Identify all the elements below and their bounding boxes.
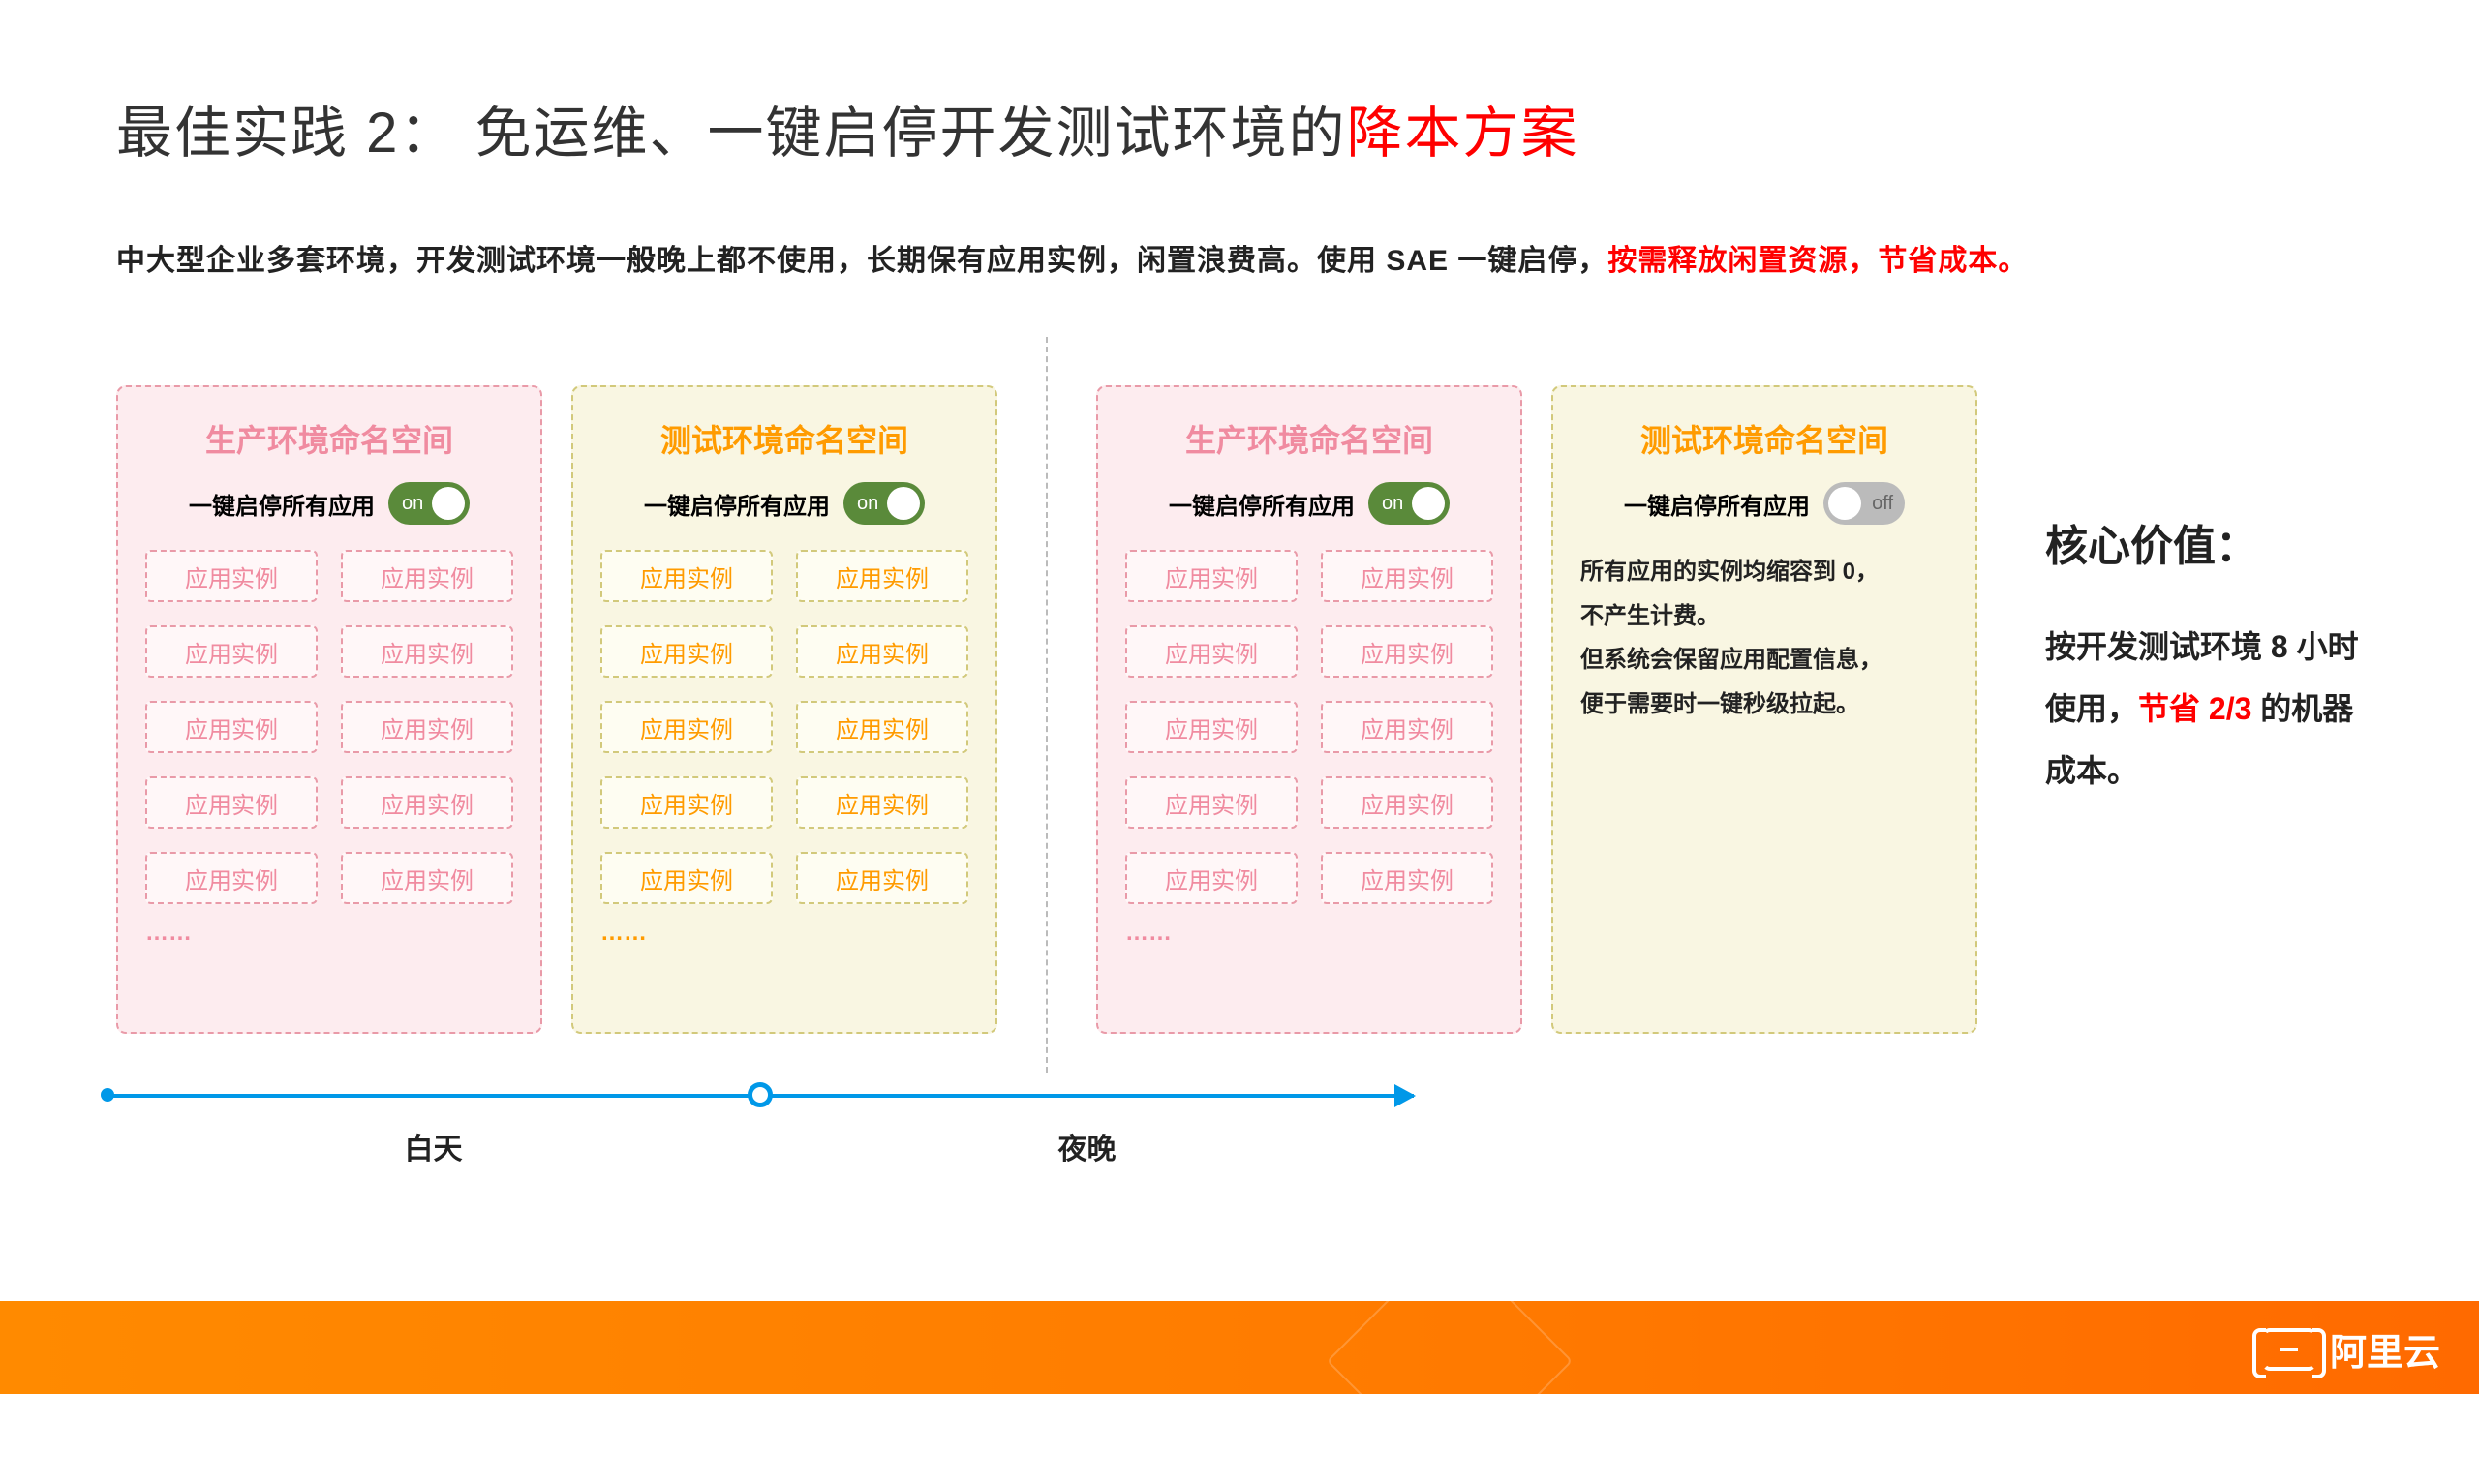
off-desc-line: 便于需要时一键秒级拉起。 (1580, 682, 1948, 727)
panel-title: 生产环境命名空间 (145, 416, 513, 461)
core-value-title: 核心价值： (2045, 511, 2363, 573)
off-desc-line: 但系统会保留应用配置信息， (1580, 638, 1948, 682)
instance-box: 应用实例 (1321, 852, 1493, 904)
instance-box: 应用实例 (1125, 852, 1298, 904)
timeline-night-label: 夜晚 (760, 1125, 1414, 1167)
timeline-labels: 白天 夜晚 (107, 1125, 1414, 1167)
instance-box: 应用实例 (341, 852, 513, 904)
prod-panel-day: 生产环境命名空间 一键启停所有应用 on 应用实例 应用实例 应用实例 应用实例… (116, 385, 542, 1034)
toggle-label: 一键启停所有应用 (1624, 487, 1810, 521)
instance-box: 应用实例 (600, 625, 773, 678)
instance-box: 应用实例 (1125, 625, 1298, 678)
day-group: 生产环境命名空间 一键启停所有应用 on 应用实例 应用实例 应用实例 应用实例… (116, 385, 997, 1034)
off-desc-line: 所有应用的实例均缩容到 0， (1580, 550, 1948, 594)
panel-title: 测试环境命名空间 (1580, 416, 1948, 461)
instance-box: 应用实例 (1125, 550, 1298, 602)
diagram-row: 生产环境命名空间 一键启停所有应用 on 应用实例 应用实例 应用实例 应用实例… (116, 385, 2363, 1073)
instance-box: 应用实例 (600, 701, 773, 753)
toggle-label: 一键启停所有应用 (189, 487, 375, 521)
timeline-arrow-icon (1394, 1084, 1416, 1107)
instance-box: 应用实例 (600, 852, 773, 904)
toggle-row: 一键启停所有应用 off (1580, 482, 1948, 525)
panel-title: 生产环境命名空间 (1125, 416, 1493, 461)
instance-box: 应用实例 (145, 701, 318, 753)
off-desc-line: 不产生计费。 (1580, 594, 1948, 639)
brand-logo: 阿里云 (2262, 1322, 2440, 1376)
instance-box: 应用实例 (145, 776, 318, 829)
core-value-block: 核心价值： 按开发测试环境 8 小时使用，节省 2/3 的机器成本。 (2045, 511, 2363, 802)
footer-bar: 阿里云 (0, 1301, 2479, 1394)
brand-name: 阿里云 (2330, 1322, 2440, 1376)
toggle-state: on (402, 493, 423, 515)
toggle-state: off (1872, 493, 1893, 515)
toggle-row: 一键启停所有应用 on (1125, 482, 1493, 525)
title-accent: 降本方案 (1347, 102, 1579, 165)
toggle-knob (1412, 487, 1445, 520)
vertical-separator (1046, 337, 1048, 1073)
instance-box: 应用实例 (600, 550, 773, 602)
prod-panel-night: 生产环境命名空间 一键启停所有应用 on 应用实例 应用实例 应用实例 应用实例… (1096, 385, 1522, 1034)
ellipsis: …… (145, 920, 513, 947)
instance-box: 应用实例 (341, 550, 513, 602)
instance-box: 应用实例 (1125, 701, 1298, 753)
subtitle-prefix: 中大型企业多套环境，开发测试环境一般晚上都不使用，长期保有应用实例，闲置浪费高。… (116, 245, 1607, 277)
timeline-day-label: 白天 (107, 1125, 760, 1167)
timeline-start-dot (101, 1088, 114, 1102)
toggle-label: 一键启停所有应用 (644, 487, 830, 521)
footer-decoration-icon (1327, 1238, 1574, 1484)
ellipsis: …… (600, 920, 968, 947)
instance-box: 应用实例 (341, 701, 513, 753)
toggle-state: on (1382, 493, 1403, 515)
instance-grid: 应用实例 应用实例 应用实例 应用实例 应用实例 应用实例 应用实例 应用实例 … (1125, 550, 1493, 904)
toggle-knob (432, 487, 465, 520)
instance-box: 应用实例 (796, 550, 968, 602)
off-description: 所有应用的实例均缩容到 0， 不产生计费。 但系统会保留应用配置信息， 便于需要… (1580, 550, 1948, 726)
timeline-mid-dot (748, 1082, 773, 1107)
toggle-on-icon[interactable]: on (1368, 482, 1450, 525)
instance-grid: 应用实例 应用实例 应用实例 应用实例 应用实例 应用实例 应用实例 应用实例 … (600, 550, 968, 904)
instance-box: 应用实例 (796, 625, 968, 678)
toggle-row: 一键启停所有应用 on (600, 482, 968, 525)
slide-subtitle: 中大型企业多套环境，开发测试环境一般晚上都不使用，长期保有应用实例，闲置浪费高。… (116, 236, 2363, 279)
instance-box: 应用实例 (796, 701, 968, 753)
instance-box: 应用实例 (341, 625, 513, 678)
instance-box: 应用实例 (145, 852, 318, 904)
timeline: 白天 夜晚 (107, 1094, 1414, 1167)
instance-box: 应用实例 (600, 776, 773, 829)
instance-box: 应用实例 (145, 550, 318, 602)
instance-box: 应用实例 (796, 852, 968, 904)
toggle-on-icon[interactable]: on (843, 482, 925, 525)
instance-box: 应用实例 (145, 625, 318, 678)
night-group: 生产环境命名空间 一键启停所有应用 on 应用实例 应用实例 应用实例 应用实例… (1096, 385, 1977, 1034)
title-prefix: 最佳实践 2： 免运维、一键启停开发测试环境的 (116, 102, 1347, 165)
subtitle-accent: 按需释放闲置资源，节省成本。 (1607, 245, 2028, 277)
instance-box: 应用实例 (1125, 776, 1298, 829)
cv-body-accent: 节省 2/3 (2138, 691, 2251, 726)
toggle-row: 一键启停所有应用 on (145, 482, 513, 525)
brand-logo-icon (2262, 1328, 2316, 1371)
core-value-body: 按开发测试环境 8 小时使用，节省 2/3 的机器成本。 (2045, 616, 2363, 802)
instance-box: 应用实例 (1321, 701, 1493, 753)
instance-box: 应用实例 (341, 776, 513, 829)
toggle-label: 一键启停所有应用 (1169, 487, 1355, 521)
ellipsis: …… (1125, 920, 1493, 947)
test-panel-day: 测试环境命名空间 一键启停所有应用 on 应用实例 应用实例 应用实例 应用实例… (571, 385, 997, 1034)
instance-grid: 应用实例 应用实例 应用实例 应用实例 应用实例 应用实例 应用实例 应用实例 … (145, 550, 513, 904)
instance-box: 应用实例 (1321, 625, 1493, 678)
slide-title: 最佳实践 2： 免运维、一键启停开发测试环境的降本方案 (116, 87, 2363, 168)
toggle-knob (1828, 487, 1861, 520)
timeline-line (107, 1094, 1414, 1098)
test-panel-night: 测试环境命名空间 一键启停所有应用 off 所有应用的实例均缩容到 0， 不产生… (1551, 385, 1977, 1034)
toggle-knob (887, 487, 920, 520)
toggle-on-icon[interactable]: on (388, 482, 470, 525)
toggle-state: on (857, 493, 878, 515)
toggle-off-icon[interactable]: off (1823, 482, 1905, 525)
panel-title: 测试环境命名空间 (600, 416, 968, 461)
instance-box: 应用实例 (1321, 550, 1493, 602)
instance-box: 应用实例 (796, 776, 968, 829)
instance-box: 应用实例 (1321, 776, 1493, 829)
